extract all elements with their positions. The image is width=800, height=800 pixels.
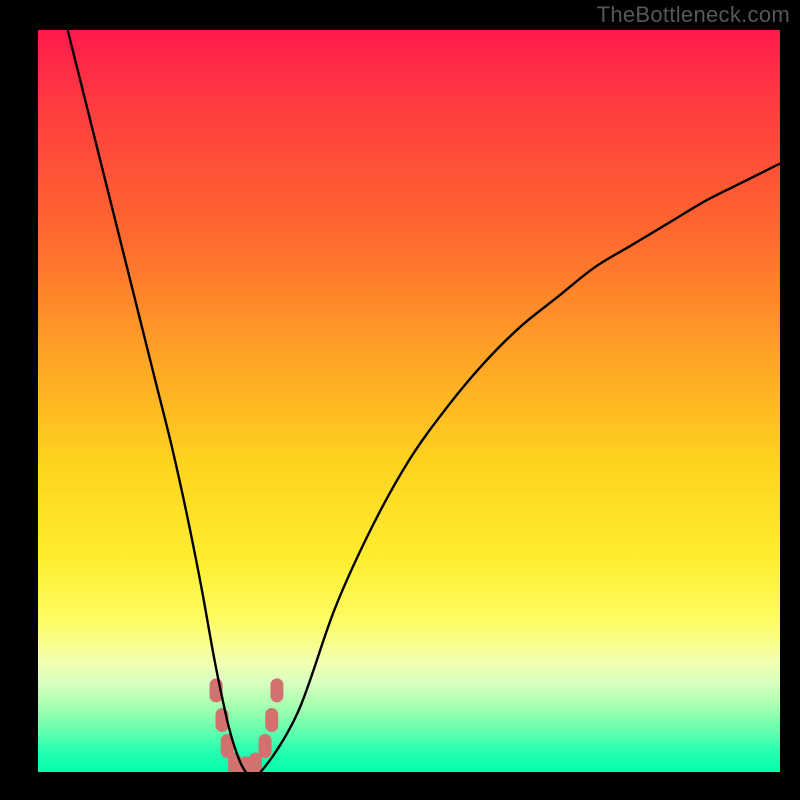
minimum-marker <box>270 678 283 702</box>
minimum-marker <box>265 708 278 732</box>
curve-svg <box>38 30 780 772</box>
plot-area <box>38 30 780 772</box>
watermark-text: TheBottleneck.com <box>597 2 790 28</box>
bottleneck-curve <box>68 30 780 772</box>
chart-frame: TheBottleneck.com <box>0 0 800 800</box>
minimum-marker <box>259 734 272 758</box>
